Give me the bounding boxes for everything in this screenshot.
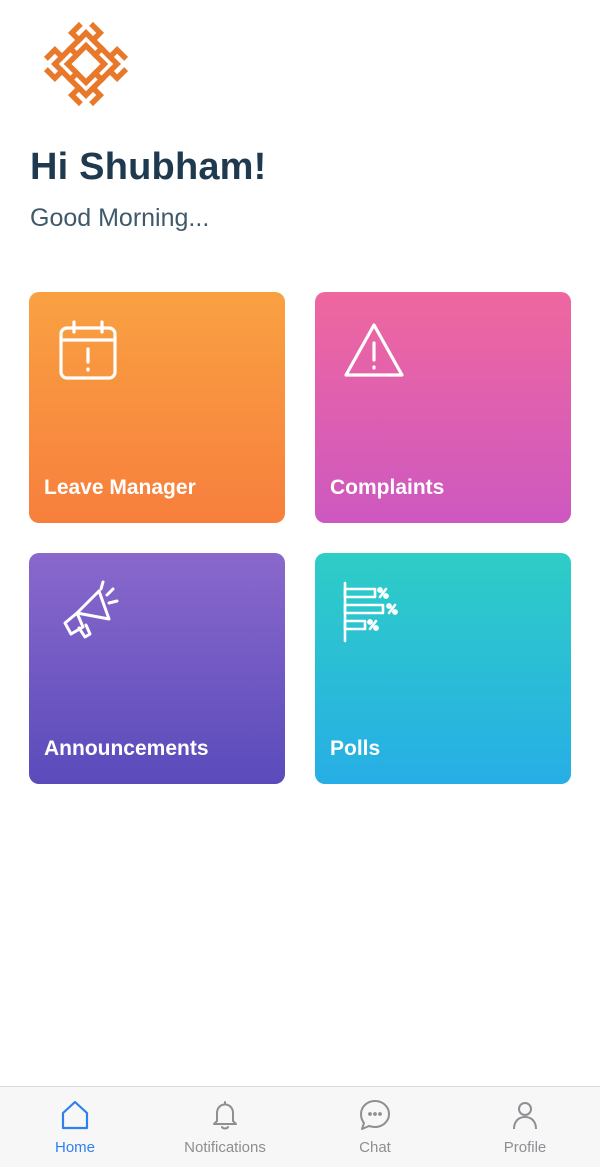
warning-triangle-icon	[344, 323, 404, 377]
tab-home[interactable]: Home	[0, 1087, 150, 1167]
megaphone-icon	[63, 580, 119, 639]
tab-label: Notifications	[184, 1139, 266, 1156]
bottom-tab-bar: Home Notifications Chat Profile	[0, 1086, 600, 1167]
poll-bars-icon	[343, 581, 398, 643]
tab-notifications[interactable]: Notifications	[150, 1087, 300, 1167]
tile-label: Complaints	[330, 476, 445, 499]
chat-bubble-icon	[360, 1100, 390, 1130]
greeting-title: Hi Shubham!	[30, 146, 267, 188]
bell-icon	[213, 1101, 237, 1130]
tab-label: Home	[54, 1139, 95, 1156]
tile-complaints[interactable]: Complaints	[315, 292, 571, 523]
tab-label: Profile	[503, 1139, 547, 1156]
tile-leave-manager[interactable]: Leave Manager	[29, 292, 285, 523]
tile-label: Polls	[330, 737, 381, 760]
home-icon	[61, 1100, 89, 1130]
app-logo	[42, 20, 130, 108]
tab-label: Chat	[359, 1139, 391, 1156]
tile-polls[interactable]: Polls	[315, 553, 571, 784]
tile-label: Leave Manager	[44, 476, 196, 499]
calendar-alert-icon	[59, 320, 117, 380]
person-icon	[513, 1102, 537, 1130]
tile-announcements[interactable]: Announcements	[29, 553, 285, 784]
endless-knot-logo-icon	[43, 21, 129, 107]
tab-profile[interactable]: Profile	[450, 1087, 600, 1167]
greeting-subtitle: Good Morning...	[30, 204, 210, 232]
tile-label: Announcements	[44, 737, 209, 760]
tab-chat[interactable]: Chat	[300, 1087, 450, 1167]
